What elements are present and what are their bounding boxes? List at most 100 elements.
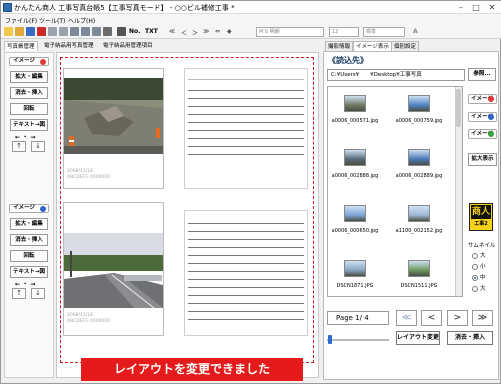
last-page-button[interactable]: ≫ <box>472 310 493 326</box>
load-source-heading: 《読込先》 <box>328 56 368 65</box>
font-size-select[interactable]: 12 <box>329 27 359 37</box>
app-window: かんたん商人 工事写真台帳5【工事写真モード】 - ○○ビル補修工事 * – □… <box>0 0 501 384</box>
save-icon[interactable] <box>26 27 35 36</box>
first-page-icon[interactable]: ≪ <box>169 28 175 35</box>
menu-tools[interactable]: ツール(T) <box>39 16 65 25</box>
size-option[interactable]: 小 <box>472 262 486 270</box>
left-tabs: 写真帳管理 電子納品用写真管理 電子納品用管理項目 <box>1 40 321 51</box>
thumbnail-image[interactable] <box>344 205 366 222</box>
thumbnail-image[interactable] <box>408 205 430 222</box>
bold-icon[interactable]: A <box>413 28 418 35</box>
next-page-icon[interactable]: ＞ <box>192 28 198 37</box>
left-tool-panel: イメージ 拡大・編集 消去・挿入 回転 テキスト→図 ← ・ → ↑ ↓ イメー… <box>4 52 54 378</box>
font-select[interactable]: M S 明朝 <box>256 27 324 37</box>
text-to-image-button-2[interactable]: テキスト→図 <box>10 266 48 278</box>
zoom-slider[interactable] <box>327 334 389 344</box>
zoom-edit-button-1[interactable]: 拡大・編集 <box>10 71 48 83</box>
size-option[interactable]: 大 <box>472 284 486 292</box>
erase-insert-button-2[interactable]: 消去・挿入 <box>10 234 48 246</box>
copy-icon[interactable] <box>48 27 57 36</box>
erase-insert-button[interactable]: 消去・挿入 <box>447 331 493 345</box>
image-2-label: イメージ <box>9 204 49 213</box>
badge-1-icon <box>40 59 46 65</box>
zoom-edit-button-2[interactable]: 拡大・編集 <box>10 218 48 230</box>
browse-button[interactable]: 参照... <box>468 68 496 81</box>
toolbar: No. TXT ≪ ＜ ＞ ≫ ⇔ ◆ M S 明朝 12 標準 A <box>1 25 501 39</box>
size-option[interactable]: 中 <box>472 273 486 281</box>
font-style-select[interactable]: 標準 <box>363 27 405 37</box>
thumbnail-image[interactable] <box>408 260 430 277</box>
app-icon <box>3 3 12 12</box>
rotate-button-2[interactable]: 回転 <box>10 250 48 262</box>
menu-file[interactable]: ファイル(F) <box>5 16 37 25</box>
badge-1-icon <box>488 96 494 102</box>
thumbnail-filename: a0006_000759.jpg <box>395 118 443 124</box>
thumbnail-filename: a0006_000650.jpg <box>331 228 379 234</box>
thumbnail-image[interactable] <box>408 95 430 112</box>
size-option[interactable]: 大 <box>472 251 486 259</box>
thumbnail-size-label: サムネイル <box>468 243 496 249</box>
layout-arrow-icon[interactable]: ⇔ <box>215 28 220 35</box>
paste-icon[interactable] <box>59 27 68 36</box>
move-down-button-2[interactable]: ↓ <box>31 288 45 299</box>
logo-text: 商人 <box>471 205 491 219</box>
rotate-button-1[interactable]: 回転 <box>10 103 48 115</box>
badge-3-icon <box>488 131 494 137</box>
zoom-display-button[interactable]: 拡大表示 <box>468 153 497 166</box>
thumbnail-filename: a0006_000571.jpg <box>331 118 379 124</box>
swap-icon[interactable]: ◆ <box>227 28 232 35</box>
tab-e-delivery-photos[interactable]: 電子納品用写真管理 <box>42 41 96 51</box>
new-icon[interactable] <box>4 27 13 36</box>
thumbnail-image[interactable] <box>408 149 430 166</box>
layout-change-button[interactable]: レイアウト変更 <box>396 331 440 345</box>
thumbnail-image[interactable] <box>344 149 366 166</box>
text-to-image-button-1[interactable]: テキスト→図 <box>10 119 48 131</box>
minimize-icon[interactable]: – <box>454 2 468 13</box>
image-3-button[interactable]: イメージ <box>468 129 497 139</box>
scrollbar-thumb[interactable] <box>456 89 461 127</box>
move-down-button-1[interactable]: ↓ <box>31 141 45 152</box>
folder-path-field[interactable]: C:¥Users¥ ¥Desktop¥工事写真 <box>327 69 465 81</box>
badge-2-icon <box>488 114 494 120</box>
radio-selected-icon[interactable] <box>472 274 478 281</box>
radio-icon[interactable] <box>472 285 478 292</box>
move-arrows-1[interactable]: ← ・ → <box>15 132 35 141</box>
thumbnail-image[interactable] <box>344 95 366 112</box>
image-2-button[interactable]: イメージ <box>468 112 497 122</box>
page2-icon[interactable] <box>81 27 90 36</box>
pdf-icon[interactable] <box>37 27 46 36</box>
radio-icon[interactable] <box>472 263 478 270</box>
menu-help[interactable]: ヘルプ(H) <box>68 16 95 25</box>
first-page-button[interactable]: ≪ <box>396 310 417 326</box>
move-up-button-2[interactable]: ↑ <box>12 288 26 299</box>
maximize-icon[interactable]: □ <box>469 2 483 13</box>
tab-e-delivery-items[interactable]: 電子納品用管理項目 <box>101 41 155 51</box>
thumbnail-filename: a0006_002888.jpg <box>331 173 379 179</box>
radio-icon[interactable] <box>472 252 478 259</box>
erase-insert-button-1[interactable]: 消去・挿入 <box>10 87 48 99</box>
open-icon[interactable] <box>15 27 24 36</box>
last-page-icon[interactable]: ≫ <box>203 28 209 35</box>
title-bar: かんたん商人 工事写真台帳5【工事写真モード】 - ○○ビル補修工事 * – □… <box>1 1 501 14</box>
move-arrows-2[interactable]: ← ・ → <box>15 279 35 288</box>
page3-icon[interactable] <box>92 27 101 36</box>
pen-icon[interactable] <box>117 27 126 36</box>
text-tool-icon[interactable]: TXT <box>145 28 158 35</box>
print-icon[interactable] <box>103 27 112 36</box>
move-up-button-1[interactable]: ↑ <box>12 141 26 152</box>
prev-page-button[interactable]: < <box>421 310 442 326</box>
thumbnail-filename: DSCN1511.JPG <box>400 283 438 289</box>
thumbnail-filename: a0006_002889.jpg <box>395 173 443 179</box>
page-icon[interactable] <box>70 27 79 36</box>
window-title: かんたん商人 工事写真台帳5【工事写真モード】 - ○○ビル補修工事 * <box>14 4 235 12</box>
thumbnail-grid: a0006_000571.jpg a0006_000759.jpg a0006_… <box>327 86 463 297</box>
slider-knob[interactable] <box>328 335 332 344</box>
image-1-button[interactable]: イメージ <box>468 94 497 104</box>
number-icon[interactable]: No. <box>129 28 140 35</box>
layout-selection-outline <box>60 57 314 363</box>
tab-photo-album[interactable]: 写真帳管理 <box>4 41 38 51</box>
prev-page-icon[interactable]: ＜ <box>181 28 187 37</box>
close-icon[interactable]: ✕ <box>485 2 499 13</box>
thumbnail-image[interactable] <box>344 260 366 277</box>
next-page-button[interactable]: > <box>447 310 468 326</box>
